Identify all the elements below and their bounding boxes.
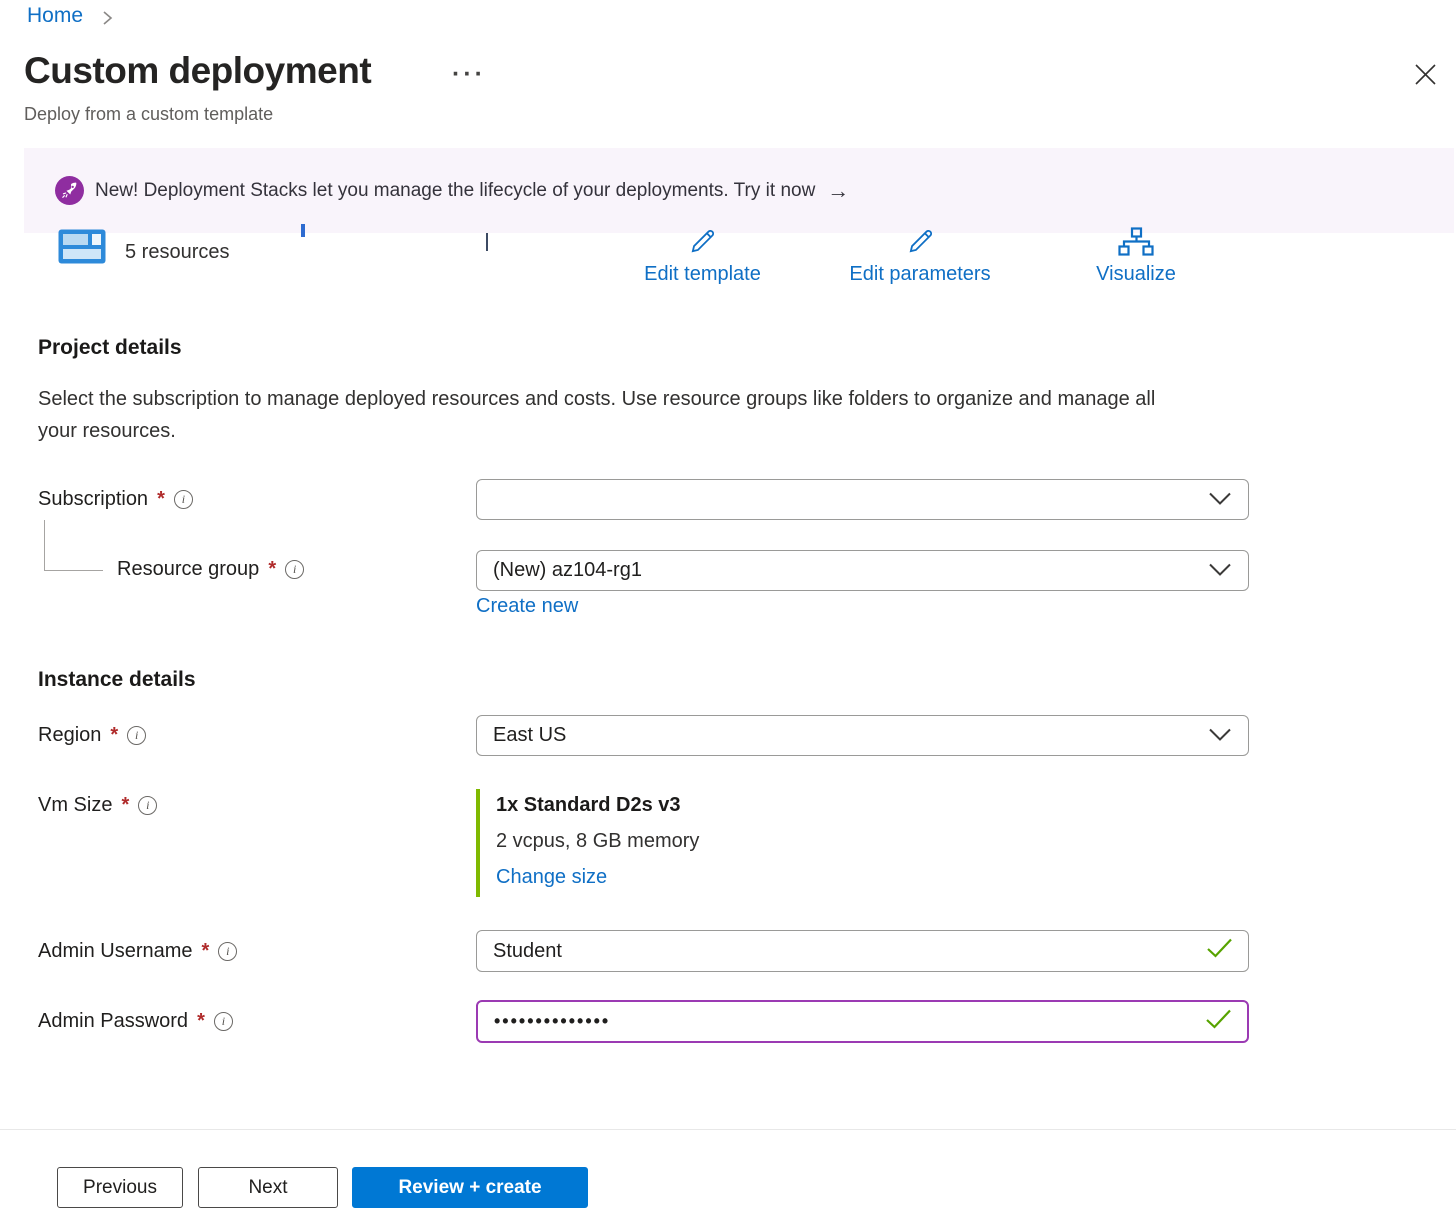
valid-check-icon xyxy=(1206,938,1233,965)
admin-password-label-row: Admin Password * i xyxy=(38,1010,233,1033)
admin-username-label-row: Admin Username * i xyxy=(38,940,237,963)
change-size-link[interactable]: Change size xyxy=(496,866,607,889)
info-icon[interactable]: i xyxy=(214,1012,233,1031)
info-icon[interactable]: i xyxy=(285,560,304,579)
region-label: Region xyxy=(38,724,101,747)
info-icon[interactable]: i xyxy=(174,490,193,509)
resource-group-label: Resource group xyxy=(117,558,259,581)
info-icon[interactable]: i xyxy=(218,942,237,961)
admin-password-field-wrap xyxy=(476,1000,1249,1043)
banner-try-it-now-link[interactable]: Try it now xyxy=(734,180,816,202)
subscription-label: Subscription xyxy=(38,488,148,511)
deployment-stacks-banner: New! Deployment Stacks let you manage th… xyxy=(24,148,1454,233)
resource-group-label-row: Resource group * i xyxy=(117,558,304,581)
valid-check-icon xyxy=(1205,1008,1232,1035)
edit-template-button[interactable]: Edit template xyxy=(625,227,780,286)
visualize-button[interactable]: Visualize xyxy=(1080,227,1192,286)
resource-group-dropdown[interactable]: (New) az104-rg1 xyxy=(476,550,1249,591)
required-asterisk: * xyxy=(121,794,129,817)
subscription-label-row: Subscription * i xyxy=(38,488,193,511)
admin-username-field-wrap xyxy=(476,930,1249,972)
admin-username-input[interactable] xyxy=(493,940,1200,963)
resource-group-value: (New) az104-rg1 xyxy=(493,559,642,582)
arrow-right-icon[interactable]: → xyxy=(827,178,849,204)
create-new-link[interactable]: Create new xyxy=(476,595,578,618)
required-asterisk: * xyxy=(157,488,165,511)
required-asterisk: * xyxy=(197,1010,205,1033)
previous-button[interactable]: Previous xyxy=(57,1167,183,1208)
admin-password-input[interactable] xyxy=(494,1011,1199,1032)
breadcrumb-chevron-icon xyxy=(101,8,114,33)
page-subtitle: Deploy from a custom template xyxy=(24,104,273,125)
vm-size-specs: 2 vcpus, 8 GB memory xyxy=(496,830,699,853)
template-icon xyxy=(58,229,106,269)
edit-template-label: Edit template xyxy=(625,263,780,286)
subscription-dropdown[interactable] xyxy=(476,479,1249,520)
project-details-description: Select the subscription to manage deploy… xyxy=(38,383,1193,447)
hierarchy-connector-horizontal xyxy=(45,570,103,571)
region-label-row: Region * i xyxy=(38,724,146,747)
instance-details-heading: Instance details xyxy=(38,668,196,692)
next-button[interactable]: Next xyxy=(198,1167,338,1208)
close-button[interactable] xyxy=(1410,62,1440,92)
vm-size-summary: 1x Standard D2s v3 2 vcpus, 8 GB memory … xyxy=(476,789,1076,897)
edit-parameters-button[interactable]: Edit parameters xyxy=(830,227,1010,286)
review-create-button[interactable]: Review + create xyxy=(352,1167,588,1208)
project-details-heading: Project details xyxy=(38,336,182,360)
chevron-down-icon xyxy=(1208,559,1232,582)
close-icon xyxy=(1414,63,1437,91)
org-chart-icon xyxy=(1118,243,1154,260)
vm-size-label: Vm Size xyxy=(38,794,112,817)
breadcrumb-home-link[interactable]: Home xyxy=(27,4,83,28)
required-asterisk: * xyxy=(268,558,276,581)
region-value: East US xyxy=(493,724,566,747)
pencil-icon xyxy=(688,243,717,260)
info-icon[interactable]: i xyxy=(127,726,146,745)
edit-parameters-label: Edit parameters xyxy=(830,263,1010,286)
more-options-button[interactable]: ··· xyxy=(452,60,486,89)
vm-size-label-row: Vm Size * i xyxy=(38,794,157,817)
region-dropdown[interactable]: East US xyxy=(476,715,1249,756)
admin-password-label: Admin Password xyxy=(38,1010,188,1033)
pencil-icon xyxy=(906,243,935,260)
visualize-label: Visualize xyxy=(1080,263,1192,286)
page-title: Custom deployment xyxy=(24,50,371,92)
vm-size-selected: 1x Standard D2s v3 xyxy=(496,794,681,817)
hierarchy-connector-vertical xyxy=(44,520,45,571)
banner-message: New! Deployment Stacks let you manage th… xyxy=(95,180,729,202)
footer-divider xyxy=(0,1129,1456,1130)
required-asterisk: * xyxy=(110,724,118,747)
resource-count: 5 resources xyxy=(125,241,230,264)
required-asterisk: * xyxy=(202,940,210,963)
chevron-down-icon xyxy=(1208,488,1232,511)
crop-artifact xyxy=(301,224,305,237)
crop-artifact xyxy=(486,233,488,251)
chevron-down-icon xyxy=(1208,724,1232,747)
rocket-icon xyxy=(55,176,84,205)
custom-deployment-page: Home Custom deployment ··· Deploy from a… xyxy=(0,0,1456,1219)
admin-username-label: Admin Username xyxy=(38,940,193,963)
info-icon[interactable]: i xyxy=(138,796,157,815)
